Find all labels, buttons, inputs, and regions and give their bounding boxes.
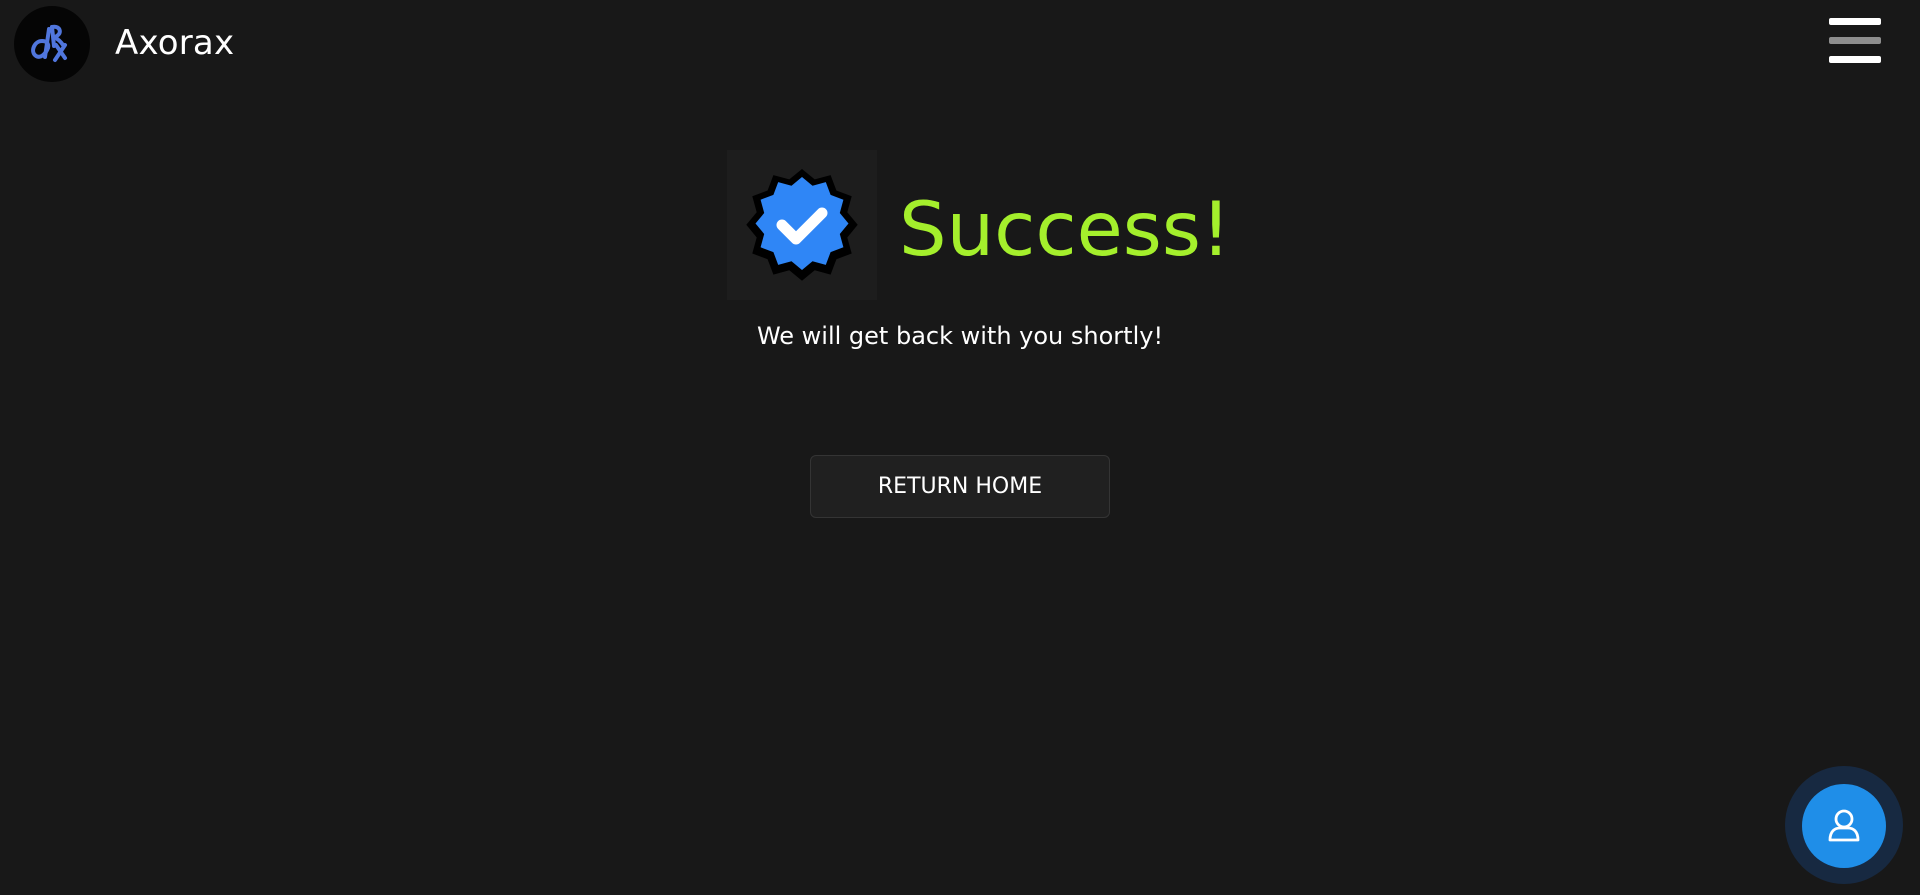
user-icon: [1828, 809, 1860, 842]
brand-name[interactable]: Axorax: [115, 20, 234, 66]
success-hero: Success!: [727, 150, 1231, 300]
profile-button[interactable]: [1802, 784, 1886, 868]
success-title: Success!: [899, 185, 1231, 273]
return-home-button[interactable]: RETURN HOME: [810, 455, 1110, 518]
success-message-text: We will get back with you shortly!: [756, 322, 1164, 350]
success-page: Axorax Success! We will get back with yo…: [0, 0, 1920, 895]
axorax-logo[interactable]: [14, 6, 90, 82]
verified-badge-check-icon: [746, 169, 858, 281]
axorax-logo-icon: [31, 24, 67, 62]
success-badge: [727, 150, 877, 300]
menu-button[interactable]: [1827, 16, 1883, 66]
success-message: We will get back with you shortly!: [0, 322, 1920, 350]
